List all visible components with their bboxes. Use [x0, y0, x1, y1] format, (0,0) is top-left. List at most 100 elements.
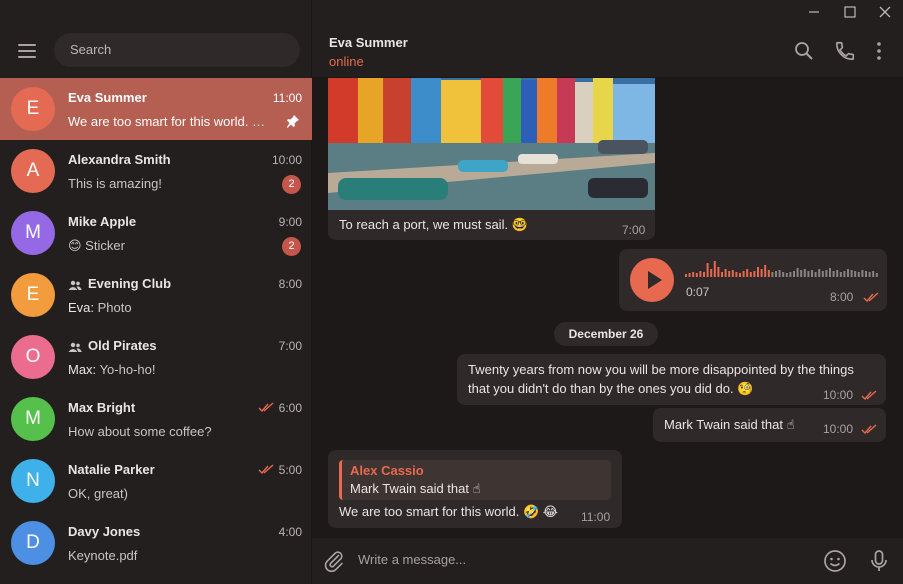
chat-time: 9:00 [278, 215, 302, 229]
chat-name-text: Mike Apple [68, 214, 137, 229]
chat-item[interactable]: A Alexandra Smith 10:00 This is amazing! 2 [0, 140, 312, 202]
search-input[interactable]: Search [54, 33, 300, 67]
photo-caption: To reach a port, we must sail. 🤓 [339, 217, 528, 232]
chat-name: Eva Summer [68, 90, 147, 105]
chat-preview: This is amazing! [68, 176, 274, 191]
chat-time: 11:00 [272, 91, 302, 105]
maximize-icon[interactable] [832, 0, 868, 24]
composer: Write a message... [312, 538, 903, 584]
waveform-bar [699, 271, 702, 277]
chat-name-text: Eva Summer [68, 90, 147, 105]
search-icon[interactable] [793, 40, 815, 62]
double-check-icon [861, 424, 877, 434]
attach-icon[interactable] [322, 549, 346, 573]
pin-icon [287, 115, 299, 128]
chat-name-text: Evening Club [88, 276, 172, 291]
sidebar: Search E Eva Summer 11:00 We are too smart … [0, 0, 312, 584]
chat-preview: Keynote.pdf [68, 548, 274, 563]
message-input[interactable]: Write a message... [358, 552, 466, 567]
chat-preview-text: We are too smart for this world. 🤣 😂 [68, 114, 274, 129]
chat-item[interactable]: E Eva Summer 11:00 We are too smart for thi… [0, 78, 312, 140]
chat-item[interactable]: O Old Pirates 7:00 Max: Yo-ho-ho! [0, 326, 312, 388]
chat-item[interactable]: M Mike Apple 9:00 😊 Sticker 2 [0, 202, 312, 264]
waveform-bar [847, 269, 849, 277]
message-time: 10:00 [823, 422, 854, 436]
chat-item[interactable]: M Max Bright 6:00 How about some coffee? [0, 388, 312, 450]
minimize-icon[interactable] [796, 0, 832, 24]
avatar: D [11, 521, 55, 565]
waveform-bar [800, 270, 803, 277]
chat-title[interactable]: Eva Summer [329, 35, 408, 50]
waveform-bar [706, 263, 709, 277]
chat-preview-text: 😊 Sticker [68, 238, 125, 253]
waveform-bar [739, 273, 741, 277]
waveform-bar [861, 270, 864, 277]
chat-preview: How about some coffee? [68, 424, 274, 439]
online-status: online [329, 54, 364, 69]
waveform-bar [742, 271, 745, 277]
chat-name: Natalie Parker [68, 462, 155, 477]
voice-waveform[interactable] [685, 259, 879, 277]
waveform-bar [728, 271, 731, 277]
waveform-bar [753, 271, 756, 277]
waveform-bar [868, 272, 871, 277]
chat-name-text: Old Pirates [88, 338, 157, 353]
message-text: Mark Twain said that ☝ [664, 417, 795, 432]
chat-item[interactable]: N Natalie Parker 5:00 OK, great) [0, 450, 312, 512]
chat-name: Max Bright [68, 400, 135, 415]
waveform-bar [850, 270, 853, 277]
waveform-bar [785, 273, 788, 277]
sidebar-top-bar: Search [0, 24, 312, 78]
waveform-bar [821, 271, 824, 277]
photo-message[interactable]: To reach a port, we must sail. 🤓 7:00 [328, 78, 655, 240]
chat-preview-sender: Max: [68, 362, 97, 377]
waveform-bar [746, 269, 749, 277]
chat-preview: We are too smart for this world. 🤣 😂 [68, 114, 274, 130]
waveform-bar [749, 272, 752, 277]
waveform-bar [692, 272, 695, 277]
waveform-bar [713, 261, 716, 277]
message-bubble[interactable]: Mark Twain said that ☝ 10:00 [653, 408, 886, 442]
chat-preview-sender: Eva: [68, 300, 95, 315]
more-icon[interactable] [868, 40, 890, 62]
menu-icon[interactable] [14, 40, 40, 62]
double-check-icon [863, 292, 879, 302]
date-separator: December 26 [554, 322, 658, 346]
chat-name: Old Pirates [68, 338, 157, 353]
waveform-bar [789, 272, 792, 277]
canal-photo[interactable] [328, 78, 655, 210]
waveform-bar [735, 272, 738, 277]
waveform-bar [865, 271, 867, 277]
chat-item[interactable]: D Davy Jones 4:00 Keynote.pdf [0, 512, 312, 574]
waveform-bar [793, 271, 795, 277]
voice-duration: 0:07 [686, 285, 710, 299]
waveform-bar [685, 274, 687, 277]
chat-time: 4:00 [278, 525, 302, 539]
avatar: O [11, 335, 55, 379]
close-icon[interactable] [867, 0, 903, 24]
reply-message[interactable]: Alex Cassio Mark Twain said that ☝ We ar… [328, 450, 622, 528]
reply-quote[interactable]: Alex Cassio Mark Twain said that ☝ [339, 460, 611, 500]
emoji-icon[interactable] [823, 549, 847, 573]
play-icon[interactable] [630, 258, 674, 302]
microphone-icon[interactable] [867, 549, 891, 573]
waveform-bar [757, 267, 759, 277]
chat-time: 8:00 [278, 277, 302, 291]
chat-name: Alexandra Smith [68, 152, 171, 167]
waveform-bar [717, 267, 720, 277]
waveform-bar [807, 271, 810, 277]
phone-icon[interactable] [834, 40, 856, 62]
waveform-bar [811, 270, 813, 277]
double-check-icon [861, 390, 877, 400]
waveform-bar [724, 269, 727, 277]
chat-name-text: Max Bright [68, 400, 136, 415]
reply-quote-text: Mark Twain said that ☝ [350, 481, 481, 496]
avatar: M [11, 211, 55, 255]
chat-name: Evening Club [68, 276, 171, 291]
waveform-bar [839, 272, 842, 277]
waveform-bar [814, 272, 817, 277]
message-bubble[interactable]: Twenty years from now you will be more d… [457, 354, 886, 405]
chat-item[interactable]: E Evening Club 8:00 Eva: Photo [0, 264, 312, 326]
avatar: A [11, 149, 55, 193]
message-time: 10:00 [823, 388, 854, 402]
